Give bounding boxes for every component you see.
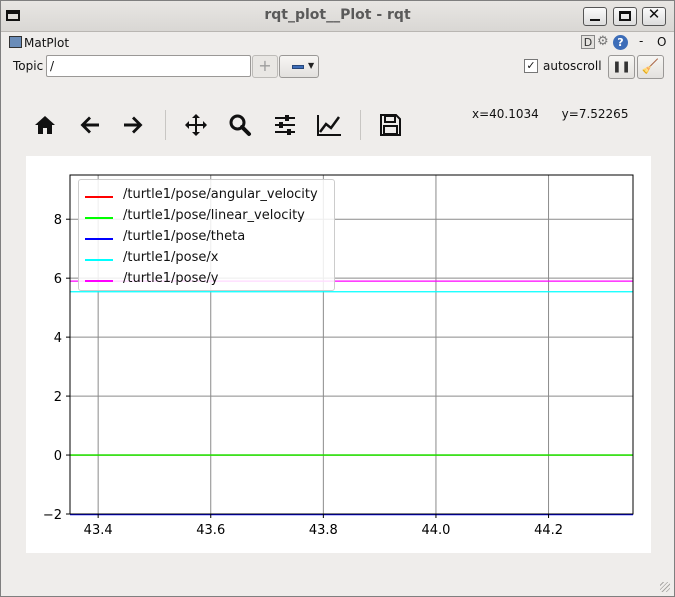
save-icon	[380, 114, 401, 136]
topic-label: Topic	[13, 59, 44, 73]
legend-line-swatch	[85, 217, 113, 219]
legend-label: /turtle1/pose/y	[123, 271, 219, 286]
legend-line-swatch	[85, 259, 113, 261]
plot-canvas[interactable]: 43.4 43.6 43.8 44.0 44.2 −2 0 2 4 6 8 /turtle1/pos…	[26, 156, 651, 553]
x-tick-label: 44.2	[534, 523, 563, 538]
toolbar-separator	[360, 110, 361, 140]
y-tick-label: −2	[43, 508, 62, 523]
plus-icon: +	[258, 56, 272, 75]
broom-icon: 🧹	[641, 59, 660, 75]
coord-y: y=7.52265	[561, 107, 629, 121]
zoom-button[interactable]	[221, 105, 259, 145]
matplot-icon	[9, 36, 22, 48]
chevron-down-icon: ▼	[308, 61, 315, 70]
legend-line-swatch	[85, 196, 113, 198]
pause-button[interactable]: ❚❚	[608, 55, 635, 79]
toolbar-separator	[165, 110, 166, 140]
save-button[interactable]	[371, 105, 409, 145]
x-tick-label: 44.0	[421, 523, 450, 538]
minus-icon	[292, 65, 304, 69]
x-tick-label: 43.4	[84, 523, 113, 538]
axes-edit-button[interactable]	[309, 105, 347, 145]
y-tick-label: 8	[54, 213, 62, 228]
minimize-plugin-button[interactable]: -	[639, 34, 643, 48]
clear-button[interactable]: 🧹	[637, 55, 664, 79]
minimize-icon	[590, 19, 600, 21]
x-tick-label: 43.6	[196, 523, 225, 538]
coord-x: x=40.1034	[472, 107, 539, 121]
pan-icon	[185, 114, 207, 136]
forward-button[interactable]	[114, 105, 152, 145]
app-window: rqt_plot__Plot - rqt ✕ MatPlot D ⚙ ? - O…	[0, 0, 675, 597]
close-plugin-button[interactable]: O	[657, 35, 666, 49]
pause-icon: ❚❚	[612, 60, 631, 73]
plot-legend[interactable]: /turtle1/pose/angular_velocity/turtle1/p…	[78, 179, 335, 291]
gear-icon[interactable]: ⚙	[597, 35, 609, 49]
legend-line-swatch	[85, 280, 113, 282]
close-button[interactable]: ✕	[642, 5, 666, 26]
window-title: rqt_plot__Plot - rqt	[264, 7, 411, 23]
legend-line-swatch	[85, 238, 113, 240]
legend-label: /turtle1/pose/angular_velocity	[123, 187, 318, 202]
pan-button[interactable]	[177, 105, 215, 145]
y-tick-label: 0	[54, 449, 62, 464]
subplots-button[interactable]	[266, 105, 304, 145]
legend-label: /turtle1/pose/linear_velocity	[123, 208, 305, 223]
minimize-button[interactable]	[583, 7, 607, 26]
cursor-coordinates: x=40.1034 y=7.52265	[472, 107, 628, 121]
home-button[interactable]	[26, 105, 64, 145]
plugin-header: MatPlot D ⚙ ? - O	[7, 34, 669, 52]
x-tick-label: 43.8	[309, 523, 338, 538]
maximize-button[interactable]	[613, 7, 637, 26]
zoom-icon	[229, 114, 251, 136]
add-topic-button[interactable]: +	[252, 55, 278, 78]
maximize-icon	[619, 11, 631, 21]
axes-line-icon	[317, 115, 341, 136]
y-tick-label: 4	[54, 331, 62, 346]
y-tick-label: 6	[54, 272, 62, 287]
title-bar[interactable]: rqt_plot__Plot - rqt ✕	[1, 1, 674, 32]
forward-arrow-icon	[124, 116, 143, 134]
autoscroll-checkbox[interactable]: ✓	[524, 59, 538, 73]
y-tick-label: 2	[54, 390, 62, 405]
help-icon[interactable]: ?	[613, 35, 628, 50]
remove-topic-button[interactable]: ▼	[279, 55, 319, 78]
back-button[interactable]	[71, 105, 109, 145]
legend-label: /turtle1/pose/x	[123, 250, 219, 265]
autoscroll-label: autoscroll	[543, 59, 602, 73]
plugin-title: MatPlot	[24, 36, 70, 50]
back-arrow-icon	[80, 116, 99, 134]
home-icon	[35, 116, 55, 134]
topic-input[interactable]	[46, 55, 251, 77]
subplots-icon	[275, 115, 295, 135]
resize-grip[interactable]	[660, 582, 670, 592]
close-icon: ✕	[647, 5, 661, 23]
dock-d-button[interactable]: D	[581, 35, 595, 49]
legend-label: /turtle1/pose/theta	[123, 229, 246, 244]
